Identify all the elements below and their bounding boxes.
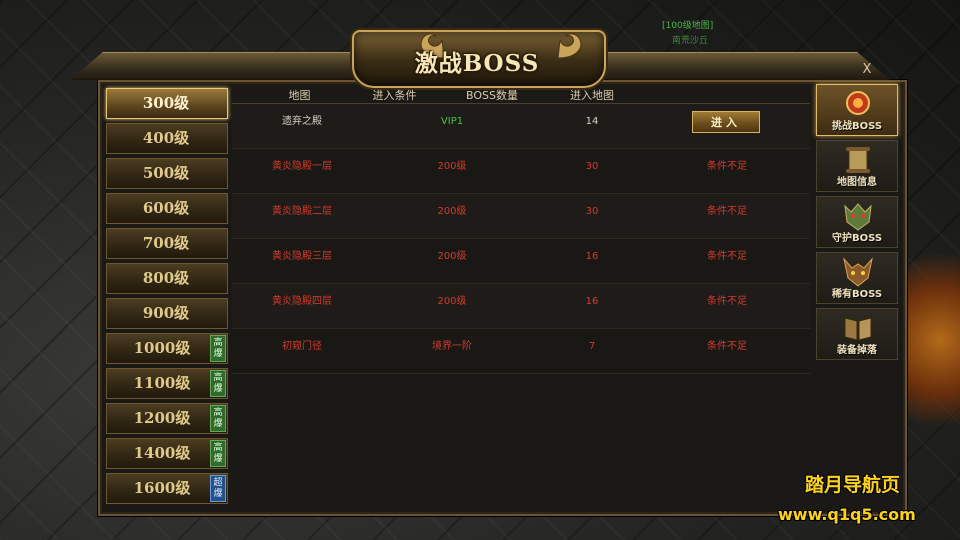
requirement-status: 条件不足 [707,161,747,172]
level-label: 800级 [142,269,190,287]
boss-count: 16 [585,296,599,307]
map-name-tag: [100级地图] [662,21,714,31]
high-drop-badge: 高爆 [210,440,226,467]
tab-label: 装备掉落 [837,345,877,356]
level-list: 300级 400级 500级 600级 700级 800级 900级 1000级… [106,88,230,508]
map-name: 遗弃之殿 [282,116,322,127]
level-tab-1600[interactable]: 1600级 超爆 [106,473,228,504]
enter-button[interactable]: 进入 [692,111,760,133]
requirement-status: 条件不足 [707,296,747,307]
level-tab-900[interactable]: 900级 [106,298,228,329]
map-name: 黄炎隐殿二层 [272,206,332,217]
watermark-title: 踏月导航页 [805,474,901,496]
entry-condition: 境界一阶 [432,341,472,352]
level-tab-700[interactable]: 700级 [106,228,228,259]
map-name: 黄炎隐殿三层 [272,251,332,262]
boss-count: 30 [585,206,599,217]
watermark-url: www.q1q5.com [778,505,916,524]
table-row: 遗弃之殿 VIP1 14 进入 [232,104,810,149]
boss-count: 14 [585,116,599,127]
level-tab-300[interactable]: 300级 [106,88,228,119]
super-drop-badge: 超爆 [210,475,226,502]
header-condition: 进入条件 [372,89,417,102]
requirement-status: 条件不足 [707,206,747,217]
table-row: 黄炎隐殿二层 200级 30 条件不足 [232,194,810,239]
tab-label: 地图信息 [837,177,877,188]
level-label: 700级 [142,234,190,252]
level-tab-1100[interactable]: 1100级 高爆 [106,368,228,399]
tab-label: 稀有BOSS [831,289,883,300]
level-tab-800[interactable]: 800级 [106,263,228,294]
entry-condition: 200级 [437,296,467,307]
tab-equipment-drops[interactable]: 装备掉落 [816,308,898,360]
tab-map-info[interactable]: 地图信息 [816,140,898,192]
level-label: 1000级 [133,339,191,357]
category-tabs: 挑战BOSS 地图信息 守护BOSS 稀有BOSS 装备掉落 [816,84,898,364]
table-header: 地图 进入条件 BOSS数量 进入地图 [232,86,810,104]
level-label: 1600级 [133,479,191,497]
level-tab-1400[interactable]: 1400级 高爆 [106,438,228,469]
boss-count: 7 [588,341,596,352]
level-label: 1400级 [133,444,191,462]
entry-condition: 200级 [437,206,467,217]
level-label: 900级 [142,304,190,322]
map-subname-tag: 南荒沙丘 [672,36,709,46]
map-name: 初窥门径 [282,341,322,352]
table-row: 黄炎隐殿三层 200级 16 条件不足 [232,239,810,284]
tab-label: 守护BOSS [831,233,883,244]
level-tab-1200[interactable]: 1200级 高爆 [106,403,228,434]
book-icon [844,317,872,341]
requirement-status: 条件不足 [707,251,747,262]
high-drop-badge: 高爆 [210,405,226,432]
tab-challenge-boss[interactable]: 挑战BOSS [816,84,898,136]
close-button[interactable]: X [858,61,876,79]
level-tab-600[interactable]: 600级 [106,193,228,224]
header-map: 地图 [288,89,311,102]
level-tab-1000[interactable]: 1000级 高爆 [106,333,228,364]
level-label: 300级 [142,94,190,112]
boss-count: 16 [585,251,599,262]
guardian-mask-icon [844,203,872,231]
boss-orb-icon [846,91,870,115]
level-label: 400级 [142,129,190,147]
map-name: 黄炎隐殿四层 [272,296,332,307]
entry-condition: 200级 [437,161,467,172]
level-label: 500级 [142,164,190,182]
entry-condition: VIP1 [440,116,464,127]
high-drop-badge: 高爆 [210,335,226,362]
demon-mask-icon [843,257,873,287]
level-label: 600级 [142,199,190,217]
boss-table: 地图 进入条件 BOSS数量 进入地图 遗弃之殿 VIP1 14 进入 黄炎隐殿… [232,86,810,510]
high-drop-badge: 高爆 [210,370,226,397]
boss-count: 30 [585,161,599,172]
level-label: 1200级 [133,409,191,427]
entry-condition: 200级 [437,251,467,262]
table-row: 黄炎隐殿四层 200级 16 条件不足 [232,284,810,329]
header-boss-count: BOSS数量 [466,89,518,102]
tab-guardian-boss[interactable]: 守护BOSS [816,196,898,248]
requirement-status: 条件不足 [707,341,747,352]
tab-rare-boss[interactable]: 稀有BOSS [816,252,898,304]
level-label: 1100级 [133,374,191,392]
scroll-icon [846,147,870,173]
window-title: 激战BOSS [414,50,540,77]
level-tab-500[interactable]: 500级 [106,158,228,189]
tab-label: 挑战BOSS [831,121,883,132]
table-row: 初窥门径 境界一阶 7 条件不足 [232,329,810,374]
header-enter-map: 进入地图 [570,89,614,102]
map-name: 黄炎隐殿一层 [272,161,332,172]
level-tab-400[interactable]: 400级 [106,123,228,154]
table-row: 黄炎隐殿一层 200级 30 条件不足 [232,149,810,194]
